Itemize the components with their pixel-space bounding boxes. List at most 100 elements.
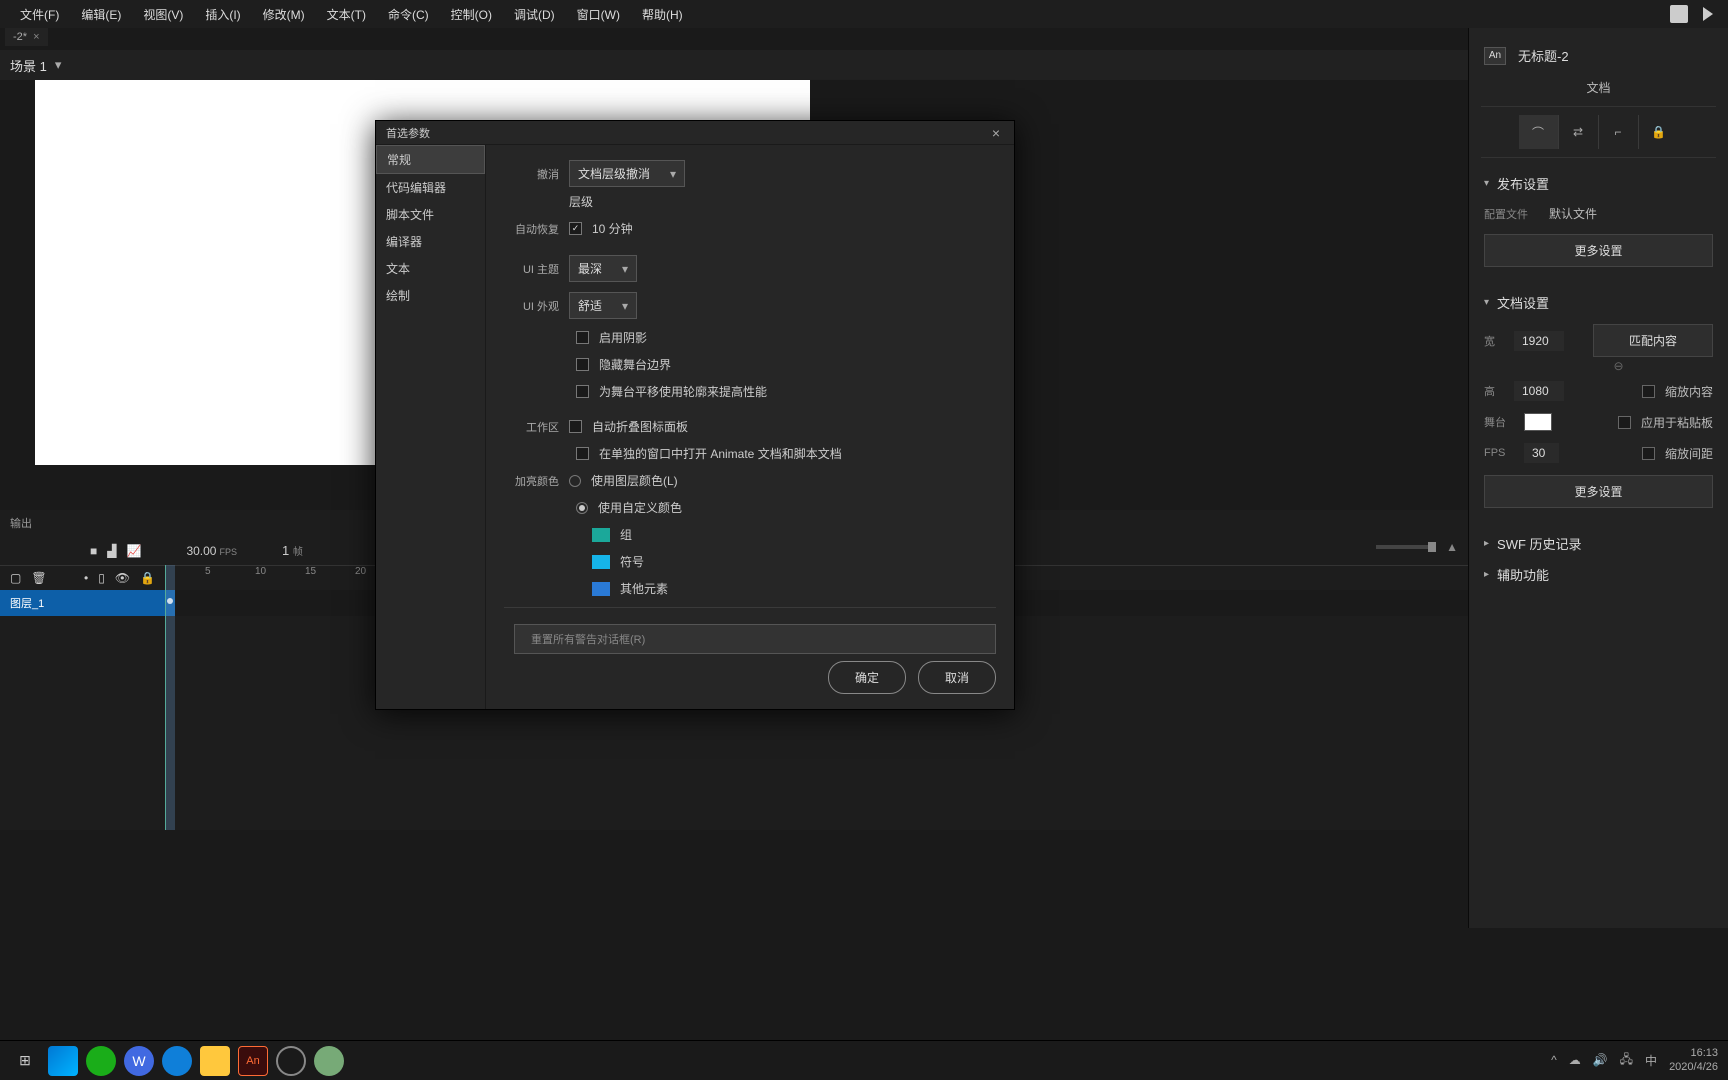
app-icon[interactable]	[314, 1046, 344, 1076]
wechat-icon[interactable]	[86, 1046, 116, 1076]
custom-color-radio[interactable]	[576, 502, 588, 514]
stage-color-swatch[interactable]	[1524, 413, 1552, 431]
current-frame[interactable]: 1	[282, 543, 289, 558]
taskbar-clock[interactable]: 16:13 2020/4/26	[1669, 1046, 1718, 1075]
scale-spacing-checkbox[interactable]	[1642, 447, 1655, 460]
camera-icon[interactable]: ■	[90, 544, 97, 558]
more-settings-button-2[interactable]: 更多设置	[1484, 475, 1713, 508]
undo-select[interactable]: 文档层级撤消	[569, 160, 685, 187]
separate-window-checkbox[interactable]	[576, 447, 589, 460]
pref-cat-code-editor[interactable]: 代码编辑器	[376, 174, 485, 201]
ok-button[interactable]: 确定	[828, 661, 906, 694]
section-swf-history[interactable]: ▸ SWF 历史记录	[1484, 528, 1713, 559]
workspace-icon[interactable]	[1670, 5, 1688, 23]
document-tab[interactable]: -2* ×	[5, 28, 48, 46]
fit-content-button[interactable]: 匹配内容	[1593, 324, 1713, 357]
gpu-checkbox[interactable]	[576, 385, 589, 398]
play-icon[interactable]	[1703, 7, 1713, 21]
new-layer-icon[interactable]: ▢	[10, 571, 21, 585]
close-tab-icon[interactable]: ×	[33, 31, 39, 43]
autorecov-value[interactable]: 10 分钟	[592, 220, 633, 237]
pref-cat-compiler[interactable]: 编译器	[376, 228, 485, 255]
layer-outline-icon[interactable]: ▯	[98, 571, 105, 585]
layer-visibility-icon[interactable]: 👁	[115, 571, 130, 585]
animate-icon[interactable]: An	[238, 1046, 268, 1076]
tray-up-icon[interactable]: ^	[1551, 1053, 1557, 1067]
menu-file[interactable]: 文件(F)	[10, 2, 69, 27]
wps-icon[interactable]: W	[124, 1046, 154, 1076]
link-wh-icon[interactable]: ⊖	[1613, 359, 1623, 373]
layer-lock-icon[interactable]: 🔒	[140, 571, 155, 585]
start-icon[interactable]	[48, 1046, 78, 1076]
graph-icon[interactable]: ▟	[107, 544, 116, 558]
doc-title: 无标题-2	[1518, 46, 1569, 65]
tool-lock-icon[interactable]: 🔒	[1639, 115, 1679, 149]
browser-icon[interactable]	[162, 1046, 192, 1076]
config-value[interactable]: 默认文件	[1549, 205, 1597, 222]
shadow-label: 启用阴影	[599, 329, 647, 346]
apply-paste-checkbox[interactable]	[1618, 416, 1631, 429]
chart-icon[interactable]: 📈	[126, 544, 141, 558]
symbol-swatch[interactable]	[592, 555, 610, 569]
menu-modify[interactable]: 修改(M)	[253, 2, 315, 27]
tray-volume-icon[interactable]: 🔊	[1593, 1053, 1608, 1067]
section-publish[interactable]: ▾ 发布设置	[1484, 168, 1713, 199]
tray-network-icon[interactable]: 🖧	[1620, 1050, 1633, 1071]
frame-unit: 帧	[293, 547, 303, 558]
layer-name[interactable]: 图层_1	[0, 590, 165, 616]
apply-paste-label: 应用于粘贴板	[1641, 414, 1713, 431]
taskview-icon[interactable]: ⊞	[10, 1046, 40, 1076]
autorecov-checkbox[interactable]: ✓	[569, 222, 582, 235]
menu-view[interactable]: 视图(V)	[133, 2, 193, 27]
layer-color-radio[interactable]	[569, 475, 581, 487]
pref-cat-script-files[interactable]: 脚本文件	[376, 201, 485, 228]
fps-label: FPS	[1484, 447, 1514, 459]
menu-help[interactable]: 帮助(H)	[632, 2, 693, 27]
dialog-titlebar[interactable]: 首选参数 ×	[376, 121, 1014, 145]
section-accessibility[interactable]: ▸ 辅助功能	[1484, 559, 1713, 590]
group-swatch[interactable]	[592, 528, 610, 542]
fps-input[interactable]: 30	[1524, 443, 1559, 463]
pref-cat-general[interactable]: 常规	[376, 145, 485, 174]
zoom-fit-icon[interactable]: ▲	[1446, 540, 1458, 554]
zoom-slider[interactable]	[1376, 545, 1436, 549]
delete-layer-icon[interactable]: 🗑	[31, 571, 46, 585]
cancel-button[interactable]: 取消	[918, 661, 996, 694]
menu-control[interactable]: 控制(O)	[441, 2, 502, 27]
scene-selector[interactable]: 场景 1	[10, 56, 61, 75]
height-input[interactable]: 1080	[1514, 381, 1564, 401]
menu-edit[interactable]: 编辑(E)	[71, 2, 131, 27]
ime-indicator[interactable]: 中	[1645, 1052, 1657, 1069]
tool-wrench-icon[interactable]: ⌒	[1519, 115, 1559, 149]
explorer-icon[interactable]	[200, 1046, 230, 1076]
close-icon[interactable]: ×	[988, 125, 1004, 141]
tool-arrows-icon[interactable]: ⇄	[1559, 115, 1599, 149]
collapse-checkbox[interactable]	[569, 420, 582, 433]
width-input[interactable]: 1920	[1514, 331, 1564, 351]
obs-icon[interactable]	[276, 1046, 306, 1076]
menu-debug[interactable]: 调试(D)	[504, 2, 565, 27]
menu-text[interactable]: 文本(T)	[317, 2, 376, 27]
tray-cloud-icon[interactable]: ☁	[1569, 1053, 1581, 1067]
menu-commands[interactable]: 命令(C)	[378, 2, 439, 27]
menu-insert[interactable]: 插入(I)	[195, 2, 250, 27]
other-swatch[interactable]	[592, 582, 610, 596]
hidebounds-checkbox[interactable]	[576, 358, 589, 371]
theme-select[interactable]: 最深	[569, 255, 637, 282]
appearance-select[interactable]: 舒适	[569, 292, 637, 319]
shadow-checkbox[interactable]	[576, 331, 589, 344]
undo-levels[interactable]: 层级	[569, 193, 593, 210]
reset-warnings-button[interactable]: 重置所有警告对话框(R)	[514, 624, 996, 654]
preferences-dialog: 首选参数 × 常规 代码编辑器 脚本文件 编译器 文本 绘制 撤消 文档层级撤消…	[375, 120, 1015, 710]
pref-cat-text[interactable]: 文本	[376, 255, 485, 282]
menu-window[interactable]: 窗口(W)	[567, 2, 630, 27]
section-document[interactable]: ▾ 文档设置	[1484, 287, 1713, 318]
layer-dot-icon[interactable]: •	[84, 571, 88, 585]
menu-bar: 文件(F) 编辑(E) 视图(V) 插入(I) 修改(M) 文本(T) 命令(C…	[0, 0, 1728, 28]
timeline-fps[interactable]: 30.00	[186, 544, 216, 558]
scale-content-checkbox[interactable]	[1642, 385, 1655, 398]
pref-cat-drawing[interactable]: 绘制	[376, 282, 485, 309]
tool-angle-icon[interactable]: ⌐	[1599, 115, 1639, 149]
playhead[interactable]	[165, 565, 175, 830]
more-settings-button[interactable]: 更多设置	[1484, 234, 1713, 267]
